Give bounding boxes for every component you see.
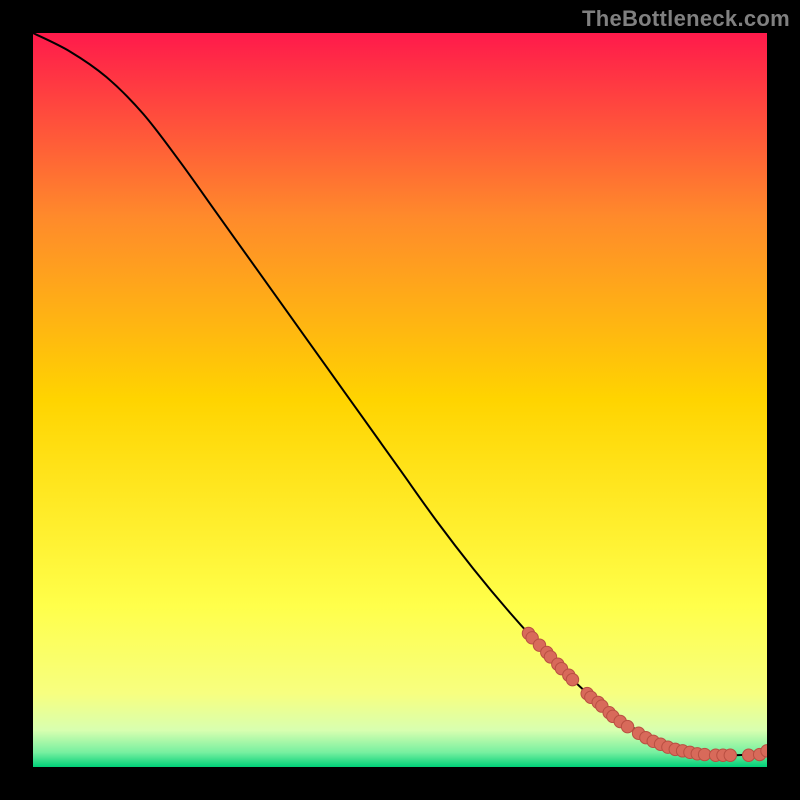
plot-area	[33, 33, 767, 767]
data-marker	[621, 720, 633, 732]
watermark-text: TheBottleneck.com	[582, 6, 790, 32]
chart-frame: TheBottleneck.com	[0, 0, 800, 800]
data-marker	[566, 673, 578, 685]
data-marker	[698, 748, 710, 760]
bottleneck-chart	[33, 33, 767, 767]
data-marker	[742, 749, 754, 761]
data-marker	[724, 749, 736, 761]
gradient-background	[33, 33, 767, 767]
